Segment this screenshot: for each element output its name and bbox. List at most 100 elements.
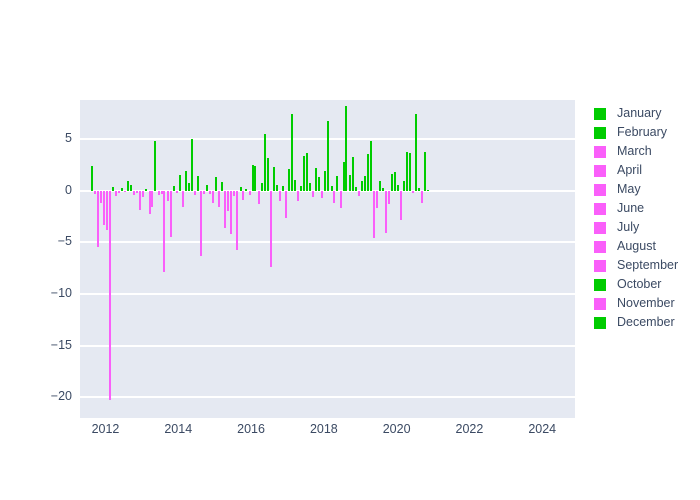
bar <box>181 190 184 208</box>
bar <box>321 190 324 199</box>
legend-item[interactable]: February <box>594 123 698 142</box>
legend-item[interactable]: November <box>594 294 698 313</box>
bar <box>105 190 108 231</box>
bar <box>397 184 400 191</box>
bar <box>381 187 384 191</box>
legend-item[interactable]: April <box>594 161 698 180</box>
bar <box>127 180 130 191</box>
bar <box>376 190 378 209</box>
bar <box>281 185 284 191</box>
legend-item[interactable]: January <box>594 104 698 123</box>
legend-swatch-icon <box>594 278 606 291</box>
bar <box>199 190 202 256</box>
bar <box>130 184 133 191</box>
bar <box>245 188 248 191</box>
bar <box>145 188 148 191</box>
legend-swatch-icon <box>594 259 606 272</box>
y-axis-tick-label: −15 <box>50 337 72 352</box>
legend-item[interactable]: December <box>594 313 698 332</box>
bar <box>412 190 415 193</box>
bar <box>366 153 369 191</box>
bar <box>184 171 187 191</box>
bar <box>115 190 118 196</box>
bar <box>233 190 236 196</box>
bar <box>148 190 151 214</box>
y-axis-tick-label: 0 <box>65 182 72 197</box>
bar <box>394 172 397 191</box>
bar <box>415 114 418 191</box>
bar <box>112 186 115 191</box>
bar <box>400 190 403 220</box>
legend-item[interactable]: June <box>594 199 698 218</box>
legend-item[interactable]: October <box>594 275 698 294</box>
bar <box>299 185 302 191</box>
bar <box>93 190 96 194</box>
bar <box>406 151 409 191</box>
bar <box>418 187 421 191</box>
bar <box>90 166 93 191</box>
legend-swatch-icon <box>594 126 606 139</box>
bar <box>99 190 102 204</box>
bar <box>357 190 360 196</box>
y-axis-tick-label: −5 <box>57 234 72 249</box>
legend-item-label: November <box>617 296 675 311</box>
bar <box>294 179 297 191</box>
plot-area <box>80 100 575 418</box>
bar <box>203 190 206 194</box>
legend-swatch-icon <box>594 240 606 253</box>
bar <box>208 190 211 194</box>
bar <box>230 190 233 235</box>
bar <box>363 176 366 191</box>
bar <box>218 190 221 208</box>
bar <box>175 190 178 193</box>
bar <box>388 190 390 205</box>
bar <box>257 190 260 205</box>
chart-figure: 5 0 −5 −10 −15 −20 2012 2014 2016 2018 2020 2022 20… <box>0 0 700 500</box>
x-axis-tick-label: 2012 <box>91 422 120 436</box>
bar <box>315 168 318 191</box>
legend-item[interactable]: March <box>594 142 698 161</box>
bar <box>369 141 372 191</box>
y-axis-tick-label: −10 <box>50 286 72 301</box>
bar <box>266 157 269 191</box>
legend-swatch-icon <box>594 316 606 329</box>
x-axis-tick-label: 2014 <box>164 422 193 436</box>
legend-swatch-icon <box>594 221 606 234</box>
bar <box>139 190 142 211</box>
y-axis-tick-label: −20 <box>50 389 72 404</box>
bar <box>251 165 254 191</box>
legend-swatch-icon <box>594 183 606 196</box>
legend-item[interactable]: September <box>594 256 698 275</box>
bar <box>312 190 315 198</box>
bar <box>339 190 342 209</box>
x-axis-tick-label: 2020 <box>382 422 411 436</box>
bar <box>160 190 163 194</box>
legend-item-label: April <box>617 163 643 178</box>
bar <box>124 190 127 192</box>
bar <box>403 180 406 191</box>
x-axis-tick-label: 2016 <box>237 422 265 436</box>
legend-item-label: October <box>617 277 662 292</box>
bar <box>157 190 160 195</box>
bar <box>360 180 363 191</box>
bar <box>190 139 193 191</box>
bar <box>333 190 336 204</box>
bar <box>163 190 166 273</box>
legend-swatch-icon <box>594 145 606 158</box>
bars-layer <box>80 100 575 418</box>
bar <box>263 134 266 191</box>
legend-item[interactable]: May <box>594 180 698 199</box>
legend-item-label: July <box>617 220 640 235</box>
bar <box>96 190 99 247</box>
legend-item[interactable]: August <box>594 237 698 256</box>
bar <box>309 182 312 191</box>
bar <box>378 180 381 191</box>
bar <box>285 190 287 218</box>
bar <box>287 169 290 191</box>
bar <box>318 177 321 191</box>
x-axis-tick-label: 2018 <box>309 422 338 436</box>
legend-item[interactable]: July <box>594 218 698 237</box>
bar <box>327 120 330 191</box>
bar <box>151 190 154 208</box>
bar <box>424 151 427 191</box>
